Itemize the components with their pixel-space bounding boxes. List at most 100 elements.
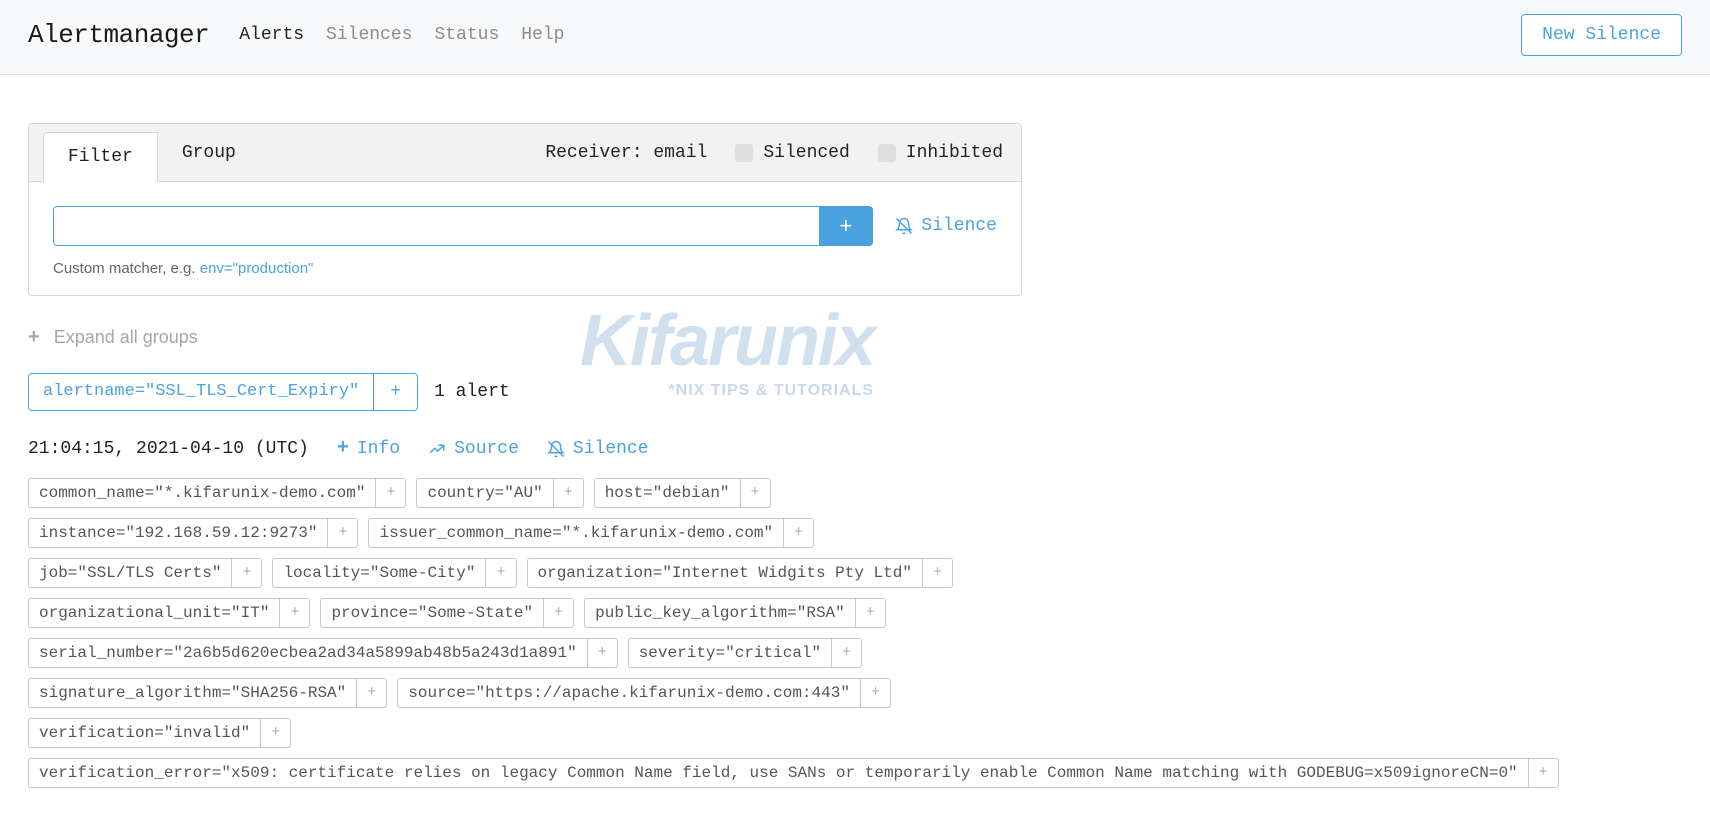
- filter-helper: Custom matcher, e.g. env="production": [53, 260, 997, 277]
- label-text[interactable]: public_key_algorithm="RSA": [584, 598, 856, 628]
- receiver-value: email: [653, 143, 707, 163]
- alert-silence-link[interactable]: Silence: [547, 439, 649, 459]
- info-label: Info: [357, 439, 400, 459]
- label-text[interactable]: organizational_unit="IT": [28, 598, 280, 628]
- receiver-label: Receiver:: [545, 143, 642, 163]
- label-text[interactable]: source="https://apache.kifarunix-demo.co…: [397, 678, 861, 708]
- label-add-button[interactable]: +: [328, 518, 358, 548]
- chart-icon: [428, 440, 446, 458]
- nav-links: Alerts Silences Status Help: [239, 25, 1521, 45]
- label-text[interactable]: verification_error="x509: certificate re…: [28, 758, 1529, 788]
- receiver-display: Receiver: email: [545, 143, 707, 163]
- label-add-button[interactable]: +: [554, 478, 584, 508]
- label-chip: signature_algorithm="SHA256-RSA"+: [28, 678, 387, 708]
- group-matcher-add[interactable]: +: [374, 373, 418, 411]
- alert-info-link[interactable]: + Info: [337, 437, 400, 460]
- checkbox-icon: [878, 144, 896, 162]
- inhibited-toggle[interactable]: Inhibited: [878, 143, 1003, 163]
- nav-link-silences[interactable]: Silences: [326, 25, 412, 45]
- label-add-button[interactable]: +: [544, 598, 574, 628]
- label-text[interactable]: country="AU": [416, 478, 553, 508]
- expand-all-groups[interactable]: + Expand all groups: [28, 326, 1022, 349]
- label-text[interactable]: verification="invalid": [28, 718, 261, 748]
- label-add-button[interactable]: +: [832, 638, 862, 668]
- filter-card: Filter Group Receiver: email Silenced In…: [28, 123, 1022, 296]
- label-add-button[interactable]: +: [280, 598, 310, 628]
- label-chip: severity="critical"+: [628, 638, 862, 668]
- silence-label: Silence: [573, 439, 649, 459]
- main-container: Filter Group Receiver: email Silenced In…: [0, 75, 1050, 816]
- label-chip: instance="192.168.59.12:9273"+: [28, 518, 358, 548]
- label-text[interactable]: serial_number="2a6b5d620ecbea2ad34a5899a…: [28, 638, 588, 668]
- nav-link-alerts[interactable]: Alerts: [239, 25, 304, 45]
- expand-label: Expand all groups: [54, 327, 198, 348]
- alert-timestamp: 21:04:15, 2021-04-10 (UTC): [28, 439, 309, 459]
- label-chip: province="Some-State"+: [320, 598, 574, 628]
- label-text[interactable]: common_name="*.kifarunix-demo.com": [28, 478, 376, 508]
- label-add-button[interactable]: +: [261, 718, 291, 748]
- bell-off-icon: [895, 217, 913, 235]
- label-text[interactable]: severity="critical": [628, 638, 832, 668]
- label-text[interactable]: locality="Some-City": [272, 558, 486, 588]
- label-text[interactable]: instance="192.168.59.12:9273": [28, 518, 328, 548]
- silenced-toggle[interactable]: Silenced: [735, 143, 849, 163]
- new-silence-button[interactable]: New Silence: [1521, 14, 1682, 56]
- label-text[interactable]: host="debian": [594, 478, 741, 508]
- label-add-button[interactable]: +: [861, 678, 891, 708]
- source-label: Source: [454, 439, 519, 459]
- label-text[interactable]: province="Some-State": [320, 598, 544, 628]
- label-add-button[interactable]: +: [784, 518, 814, 548]
- label-add-button[interactable]: +: [376, 478, 406, 508]
- label-add-button[interactable]: +: [1529, 758, 1559, 788]
- inhibited-label: Inhibited: [906, 143, 1003, 163]
- label-chip: host="debian"+: [594, 478, 771, 508]
- label-text[interactable]: issuer_common_name="*.kifarunix-demo.com…: [368, 518, 784, 548]
- nav-link-help[interactable]: Help: [521, 25, 564, 45]
- label-add-button[interactable]: +: [856, 598, 886, 628]
- plus-icon: +: [337, 437, 349, 460]
- label-add-button[interactable]: +: [357, 678, 387, 708]
- alert-source-link[interactable]: Source: [428, 439, 519, 459]
- label-add-button[interactable]: +: [741, 478, 771, 508]
- navbar: Alertmanager Alerts Silences Status Help Ne…: [0, 0, 1710, 75]
- filter-card-body: + Silence Custom matcher, e.g. env="prod…: [29, 182, 1021, 295]
- silence-link-label: Silence: [921, 216, 997, 236]
- label-chip: source="https://apache.kifarunix-demo.co…: [397, 678, 891, 708]
- label-chip: organization="Internet Widgits Pty Ltd"+: [527, 558, 953, 588]
- filter-input[interactable]: [53, 206, 819, 246]
- helper-example[interactable]: env="production": [200, 260, 314, 277]
- label-add-button[interactable]: +: [232, 558, 262, 588]
- silenced-label: Silenced: [763, 143, 849, 163]
- alert-count: 1 alert: [434, 382, 510, 402]
- label-add-button[interactable]: +: [588, 638, 618, 668]
- label-add-button[interactable]: +: [923, 558, 953, 588]
- label-chip: country="AU"+: [416, 478, 583, 508]
- label-chip: organizational_unit="IT"+: [28, 598, 310, 628]
- label-chip: public_key_algorithm="RSA"+: [584, 598, 886, 628]
- plus-icon: +: [28, 326, 40, 349]
- tab-filter[interactable]: Filter: [43, 132, 158, 182]
- label-chip: locality="Some-City"+: [272, 558, 516, 588]
- labels-wrap: common_name="*.kifarunix-demo.com"+count…: [28, 478, 1022, 788]
- helper-prefix: Custom matcher, e.g.: [53, 260, 196, 277]
- label-text[interactable]: job="SSL/TLS Certs": [28, 558, 232, 588]
- label-text[interactable]: signature_algorithm="SHA256-RSA": [28, 678, 357, 708]
- silence-link[interactable]: Silence: [895, 206, 997, 246]
- filter-add-button[interactable]: +: [819, 206, 874, 246]
- group-matcher-chip[interactable]: alertname="SSL_TLS_Cert_Expiry": [28, 373, 374, 411]
- bell-off-icon: [547, 440, 565, 458]
- label-add-button[interactable]: +: [486, 558, 516, 588]
- nav-link-status[interactable]: Status: [434, 25, 499, 45]
- alert-group-row: alertname="SSL_TLS_Cert_Expiry" + 1 aler…: [28, 373, 1022, 411]
- label-chip: common_name="*.kifarunix-demo.com"+: [28, 478, 406, 508]
- label-chip: verification_error="x509: certificate re…: [28, 758, 1559, 788]
- label-chip: serial_number="2a6b5d620ecbea2ad34a5899a…: [28, 638, 618, 668]
- alert-meta-row: 21:04:15, 2021-04-10 (UTC) + Info Source…: [28, 437, 1022, 460]
- label-chip: verification="invalid"+: [28, 718, 291, 748]
- checkbox-icon: [735, 144, 753, 162]
- label-text[interactable]: organization="Internet Widgits Pty Ltd": [527, 558, 923, 588]
- brand[interactable]: Alertmanager: [28, 20, 209, 50]
- label-chip: job="SSL/TLS Certs"+: [28, 558, 262, 588]
- tab-group[interactable]: Group: [158, 129, 260, 177]
- label-chip: issuer_common_name="*.kifarunix-demo.com…: [368, 518, 814, 548]
